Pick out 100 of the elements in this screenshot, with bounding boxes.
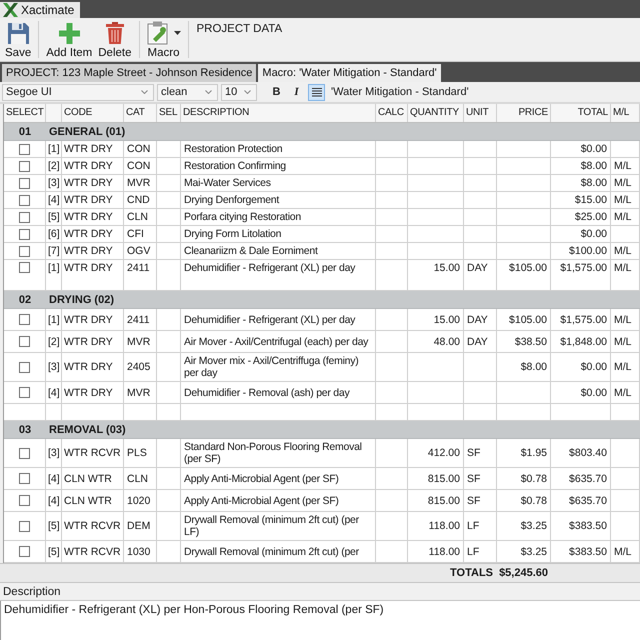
column-header: PRICE	[497, 104, 551, 122]
macro-button[interactable]: Macro	[144, 18, 184, 61]
table-cell: SF	[464, 468, 497, 489]
table-cell: 15.00	[408, 260, 464, 290]
checkbox[interactable]	[19, 387, 30, 398]
table-cell: Restoration Confirming	[181, 158, 376, 174]
checkbox[interactable]	[19, 194, 30, 206]
checkbox[interactable]	[19, 160, 30, 172]
align-button[interactable]	[308, 84, 325, 100]
font-dropdown[interactable]: Segoe UI	[2, 84, 154, 100]
table-cell: WTR DRY	[62, 141, 124, 157]
table-cell: [1]	[46, 260, 62, 290]
table-cell: Air Mover - Axil/Centrifugal (each) per day	[181, 331, 376, 352]
checkbox[interactable]	[19, 546, 30, 557]
group-number: 01	[18, 124, 32, 140]
table-cell: $1,575.00	[551, 309, 611, 330]
table-cell: Air Mover mix - Axil/Centriffuga (feminy) per day	[181, 353, 376, 381]
checkbox[interactable]	[19, 262, 30, 273]
table-cell: SF	[464, 490, 497, 511]
checkbox[interactable]	[19, 212, 30, 222]
document-tab[interactable]: Macro: 'Water Mitigation - Standard'	[258, 64, 441, 82]
table-cell: 2405	[124, 353, 157, 381]
delete-button[interactable]: Delete	[95, 18, 134, 61]
table-cell: [1]	[46, 309, 62, 330]
table-cell: M/L	[611, 192, 640, 208]
table-cell: Standard Non-Porous Flooring Removal (per SF)	[181, 439, 376, 467]
table-cell: 2411	[124, 309, 157, 330]
table-cell: $383.50	[551, 512, 611, 540]
chevron-down-icon	[205, 90, 212, 94]
table-cell: $8.00	[551, 175, 611, 191]
checkbox[interactable]	[19, 448, 30, 458]
checkbox[interactable]	[19, 314, 30, 325]
table-cell: 2411	[124, 260, 157, 290]
table-cell: $635.70	[551, 468, 611, 489]
description-field[interactable]: Dehumidifier - Refrigerant (XL) per Hon-Porous Flooring Removal (per SF)	[0, 601, 640, 640]
table-cell: $38.50	[497, 331, 551, 352]
table-cell: 412.00	[408, 439, 464, 467]
table-cell: WTR RCVR	[62, 541, 124, 562]
checkbox[interactable]	[19, 495, 30, 506]
chevron-down-icon	[141, 90, 148, 94]
table-cell: Drying Denforgement	[181, 192, 376, 208]
table-cell: DAY	[464, 331, 497, 352]
table-cell: CND	[124, 192, 157, 208]
table-cell: $105.00	[497, 260, 551, 290]
table-cell: 815.00	[408, 468, 464, 489]
table-cell: [7]	[46, 243, 62, 259]
table-cell: 118.00	[408, 541, 464, 562]
table-cell: $0.00	[551, 141, 611, 157]
table-cell: WTR DRY	[62, 260, 124, 290]
table-cell: M/L	[611, 309, 640, 330]
table-cell: WTR DRY	[62, 243, 124, 259]
checkbox[interactable]	[19, 336, 30, 347]
style-dropdown[interactable]: clean	[157, 84, 218, 100]
table-cell: SF	[464, 439, 497, 467]
document-tab[interactable]: PROJECT: 123 Maple Street - Johnson Residence	[2, 64, 256, 82]
table-cell: $8.00	[497, 353, 551, 381]
save-button[interactable]: Save	[2, 18, 34, 61]
table-cell: WTR DRY	[62, 226, 124, 242]
table-cell: [5]	[46, 209, 62, 225]
column-header: CODE	[62, 104, 124, 122]
group-title: GENERAL (01)	[48, 124, 126, 140]
column-header: SELECT	[4, 104, 46, 122]
app-tab[interactable]: Xactimate	[0, 2, 80, 18]
table-cell: Porfara citying Restoration	[181, 209, 376, 225]
table-cell: M/L	[611, 331, 640, 352]
checkbox[interactable]	[19, 473, 30, 484]
table-cell: Apply Anti-Microbial Agent (per SF)	[181, 468, 376, 489]
table-cell: CLN	[124, 209, 157, 225]
table-cell: [5]	[46, 541, 62, 562]
table-cell: CON	[124, 141, 157, 157]
table-cell: Drying Form Litolation	[181, 226, 376, 242]
italic-button[interactable]: I	[288, 84, 305, 100]
table-cell: WTR RCVR	[62, 512, 124, 540]
table-cell: [6]	[46, 226, 62, 242]
table-cell: $803.40	[551, 439, 611, 467]
table-cell: WTR DRY	[62, 331, 124, 352]
macro-name-label: 'Water Mitigation - Standard'	[331, 86, 469, 98]
checkbox[interactable]	[19, 178, 30, 188]
table-cell: WTR DRY	[62, 353, 124, 381]
checkbox[interactable]	[19, 520, 30, 532]
checkbox[interactable]	[19, 144, 30, 154]
chevron-down-icon	[244, 90, 251, 94]
table-cell: [1]	[46, 141, 62, 157]
table-cell: $0.00	[551, 353, 611, 381]
table-cell: $3.25	[497, 541, 551, 562]
checkbox[interactable]	[19, 228, 30, 240]
table-cell: $0.78	[497, 490, 551, 511]
table-cell: DAY	[464, 309, 497, 330]
table-cell: WTR DRY	[62, 158, 124, 174]
add-item-button[interactable]: Add Item	[43, 18, 96, 61]
table-cell: $1.95	[497, 439, 551, 467]
table-cell: 48.00	[408, 331, 464, 352]
bold-button[interactable]: B	[268, 84, 285, 100]
checkbox[interactable]	[19, 246, 30, 256]
table-cell: M/L	[611, 158, 640, 174]
table-cell: PLS	[124, 439, 157, 467]
checkbox[interactable]	[19, 362, 30, 372]
table-cell: $0.00	[551, 226, 611, 242]
size-dropdown[interactable]: 10	[221, 84, 257, 100]
table-cell: $100.00	[551, 243, 611, 259]
